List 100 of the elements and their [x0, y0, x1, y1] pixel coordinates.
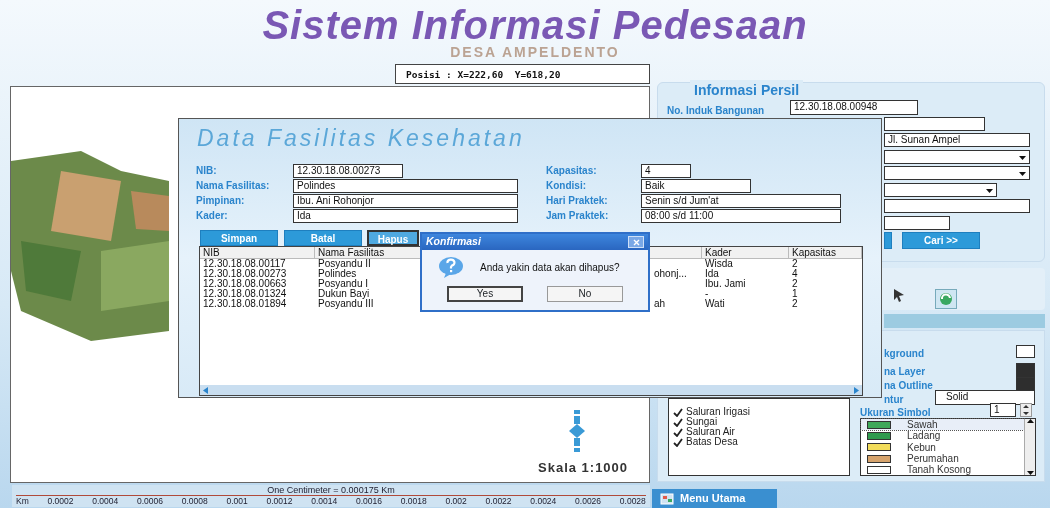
text-field[interactable] [884, 199, 1030, 213]
legend-item[interactable]: Kebun [861, 441, 1024, 453]
app-subtitle: DESA AMPELDENTO [449, 44, 621, 60]
table-cell-text: 4 [791, 269, 799, 279]
scrollbar[interactable] [200, 385, 862, 395]
table-cell-text: Wati [704, 299, 726, 309]
table-cell-text: 2 [791, 299, 799, 309]
form-label: Kader: [196, 209, 228, 223]
legend-item[interactable]: Tanah Kosong [861, 464, 1024, 476]
table-cell-text: Posyandu I [317, 279, 369, 289]
form-label: Kondisi: [546, 179, 586, 193]
field-label: Ukuran Simbol [860, 406, 931, 420]
table-cell-text: Posyandu II [317, 259, 372, 269]
legend-item[interactable]: Ladang [861, 430, 1024, 442]
column-header[interactable]: Nama Fasilitas [315, 247, 422, 259]
pointer-icon [893, 288, 905, 302]
scale-caption: One Centimeter = 0.000175 Km [266, 485, 396, 495]
scale-tick: 0.001 [226, 496, 248, 506]
dropdown[interactable] [884, 166, 1030, 180]
table-cell-text: Ibu. Jami [704, 279, 747, 289]
text-field[interactable]: Polindes [293, 179, 518, 193]
scale-tick: 0.0022 [485, 496, 512, 506]
dropdown[interactable] [884, 150, 1030, 164]
column-header[interactable]: Kader [702, 247, 789, 259]
property-label: na Layer [884, 365, 926, 379]
menu-icon [660, 492, 674, 505]
legend-label: Kebun [907, 441, 936, 454]
window-title: Data Fasilitas Kesehatan [197, 124, 525, 153]
scale-unit: Km [16, 496, 29, 506]
legend-label: Ladang [907, 429, 941, 443]
caret-icon [986, 189, 993, 193]
text-field[interactable]: 08:00 s/d 11:00 [641, 209, 841, 223]
table-cell-text: Polindes [317, 269, 357, 279]
table-cell-text: 12.30.18.08.00273 [202, 269, 288, 279]
scale-tick: 0.002 [445, 496, 467, 506]
form-label: Jam Praktek: [546, 209, 609, 223]
legend-label: Perumahan [907, 452, 959, 465]
text-field[interactable]: Jl. Sunan Ampel [884, 133, 1030, 147]
scroll-left-icon [203, 386, 208, 394]
column-header[interactable]: NIB [200, 247, 315, 259]
scale-tick: 0.0008 [181, 496, 208, 506]
scale-tick: 0.0016 [356, 496, 383, 506]
dialog-button[interactable]: No [547, 286, 623, 302]
scroll-down-icon [1026, 471, 1034, 475]
layer-label[interactable]: Sungai [686, 417, 718, 427]
scale-tick: 0.0002 [47, 496, 74, 506]
table-cell-text: 12.30.18.08.00117 [202, 259, 287, 269]
form-label: Hari Praktek: [546, 194, 608, 208]
text-field[interactable] [884, 117, 985, 131]
legend-label: Sawah [907, 418, 938, 431]
nib-field[interactable]: 12.30.18.08.00948 [790, 100, 918, 115]
color-swatch[interactable] [1016, 345, 1035, 358]
column-header[interactable]: Kapasitas [789, 247, 862, 259]
form-label: NIB: [196, 164, 217, 178]
dialog-title: Konfirmasi [426, 234, 481, 250]
table-cell-text: Wisda [704, 259, 734, 269]
position-readout: Posisi : X=222,60 Y=618,20 [395, 64, 650, 84]
scroll-right-icon [854, 386, 859, 394]
property-label: na Outline [884, 379, 933, 393]
caret-icon [1019, 156, 1026, 160]
text-field[interactable]: Ida [293, 209, 518, 223]
text-field[interactable]: Baik [641, 179, 751, 193]
scale-tick: 0.0014 [311, 496, 338, 506]
scale-tick: 0.0012 [266, 496, 293, 506]
refresh-icon [935, 289, 957, 309]
table-cell-text: - [704, 289, 710, 299]
dropdown[interactable] [884, 183, 997, 197]
caret-icon [1019, 172, 1026, 176]
scale-tick: 0.0018 [400, 496, 427, 506]
text-field[interactable]: 4 [641, 164, 691, 178]
map-scale: Skala 1:1000 [538, 459, 629, 477]
form-label: Pimpinan: [196, 194, 245, 208]
property-label: ntur [884, 393, 904, 407]
text-field[interactable] [884, 216, 950, 230]
layer-label[interactable]: Batas Desa [686, 437, 738, 447]
line-style-dropdown[interactable]: Solid [935, 390, 1035, 405]
table-cell-text: 12.30.18.08.01894 [202, 299, 288, 309]
text-field[interactable]: Ibu. Ani Rohonjor [293, 194, 518, 208]
form-label: Kapasitas: [546, 164, 597, 178]
text-field[interactable]: 12.30.18.08.00273 [293, 164, 403, 178]
north-arrow-icon [568, 410, 586, 452]
app-title: Sistem Informasi Pedesaan [261, 2, 809, 47]
dialog-button[interactable]: Yes [447, 286, 523, 302]
table-cell-text: 2 [791, 279, 799, 289]
table-cell-text: Ida [704, 269, 720, 279]
scale-tick: 0.0006 [137, 496, 163, 506]
legend-label: Tanah Kosong [907, 463, 971, 478]
question-icon [438, 256, 464, 278]
legend-item[interactable]: Sawah [861, 419, 1024, 431]
table-cell-text: 12.30.18.08.00663 [202, 279, 288, 289]
legend-item[interactable]: Perumahan [861, 452, 1024, 465]
table-cell-text: ohonj... [653, 269, 688, 279]
layer-label[interactable]: Saluran Air [686, 427, 735, 437]
scrollbar[interactable] [1024, 419, 1035, 475]
table-cell-text: 12.30.18.08.01324 [202, 289, 288, 299]
size-field[interactable]: 1 [990, 403, 1016, 417]
table-cell-text: Posyandu III [317, 299, 375, 309]
layer-label[interactable]: Saluran Irigasi [686, 407, 750, 417]
text-field[interactable]: Senin s/d Jum'at [641, 194, 841, 208]
close-icon [632, 239, 640, 247]
